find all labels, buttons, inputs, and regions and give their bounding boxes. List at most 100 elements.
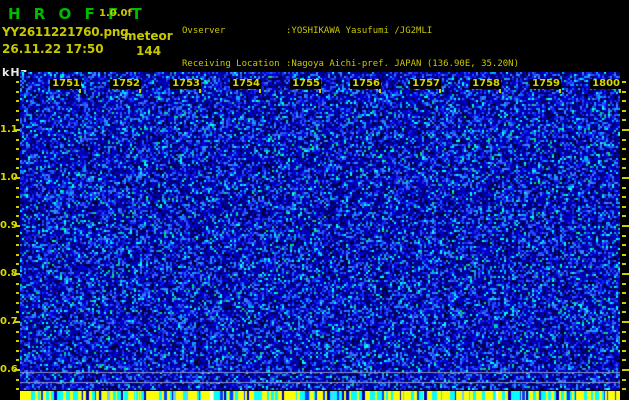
freq-major-tick-right — [622, 273, 629, 275]
freq-minor-tick-right — [622, 215, 626, 217]
freq-minor-tick-left — [16, 196, 19, 198]
app-version: 1.0.0f — [99, 8, 132, 19]
time-tick — [559, 89, 561, 93]
freq-minor-tick-left — [16, 350, 19, 352]
freq-minor-tick-left — [16, 187, 19, 189]
freq-label: 1.1 — [0, 124, 18, 135]
freq-minor-tick-right — [622, 119, 626, 121]
freq-minor-tick-left — [16, 359, 19, 361]
time-label: 1757 — [410, 79, 441, 89]
time-tick — [259, 89, 261, 93]
freq-minor-tick-left — [16, 340, 19, 342]
freq-minor-tick-right — [622, 254, 626, 256]
time-tick — [199, 89, 201, 93]
freq-minor-tick-left — [16, 158, 19, 160]
freq-major-tick-right — [622, 225, 629, 227]
freq-minor-tick-left — [16, 254, 19, 256]
freq-major-tick-right — [622, 369, 629, 371]
time-label: 1758 — [470, 79, 501, 89]
freq-label: 1.0 — [0, 172, 18, 183]
output-filename: YY2611221760.png — [2, 25, 129, 39]
observer-row: Ovserver:YOSHIKAWA Yasufumi /JG2MLI — [182, 26, 519, 37]
freq-minor-tick-left — [16, 311, 19, 313]
freq-minor-tick-left — [16, 244, 19, 246]
freq-minor-tick-right — [622, 340, 626, 342]
freq-minor-tick-left — [16, 379, 19, 381]
freq-minor-tick-right — [622, 302, 626, 304]
freq-minor-tick-left — [16, 81, 19, 83]
freq-minor-tick-right — [622, 206, 626, 208]
freq-minor-tick-left — [16, 292, 19, 294]
time-tick — [139, 89, 141, 93]
freq-minor-tick-left — [16, 167, 19, 169]
freq-minor-tick-right — [622, 158, 626, 160]
freq-minor-tick-left — [16, 148, 19, 150]
freq-minor-tick-left — [16, 139, 19, 141]
time-tick — [439, 89, 441, 93]
freq-minor-tick-left — [16, 388, 19, 390]
time-tick — [619, 89, 621, 93]
freq-minor-tick-right — [622, 196, 626, 198]
echo-count: 144 — [136, 44, 162, 58]
freq-minor-tick-right — [622, 235, 626, 237]
freq-minor-tick-left — [16, 215, 19, 217]
freq-label: 0.6 — [0, 364, 18, 375]
signal-level-strip — [20, 391, 620, 400]
observer-row-label: Ovserver — [182, 26, 226, 36]
time-tick — [379, 89, 381, 93]
freq-minor-tick-right — [622, 283, 626, 285]
freq-minor-tick-left — [16, 263, 19, 265]
datetime-label: 26.11.22 17:50 — [2, 42, 104, 56]
time-tick — [319, 89, 321, 93]
time-label: 1800 — [590, 79, 621, 89]
observer-row-value: Nagoya Aichi-pref. JAPAN (136.90E, 35.20… — [291, 59, 519, 69]
freq-minor-tick-right — [622, 91, 626, 93]
observer-row-label: Receiving Location — [182, 59, 280, 69]
freq-minor-tick-right — [622, 311, 626, 313]
time-label: 1759 — [530, 79, 561, 89]
freq-minor-tick-right — [622, 263, 626, 265]
freq-minor-tick-left — [16, 100, 19, 102]
hrofft-window: H R O F F T 1.0.0f YY2611221760.png mete… — [0, 0, 629, 400]
freq-minor-tick-left — [16, 206, 19, 208]
time-tick — [79, 89, 81, 93]
time-label: 1756 — [350, 79, 381, 89]
freq-minor-tick-right — [622, 331, 626, 333]
freq-minor-tick-left — [16, 302, 19, 304]
freq-minor-tick-left — [16, 91, 19, 93]
spectrogram-canvas — [20, 72, 620, 390]
time-label: 1753 — [170, 79, 201, 89]
mode-label: meteor — [124, 29, 173, 43]
time-label: 1755 — [290, 79, 321, 89]
freq-minor-tick-right — [622, 167, 626, 169]
freq-label: 0.9 — [0, 220, 18, 231]
freq-minor-tick-right — [622, 350, 626, 352]
observer-row: Receiving Location:Nagoya Aichi-pref. JA… — [182, 59, 519, 70]
freq-minor-tick-right — [622, 100, 626, 102]
freq-minor-tick-right — [622, 187, 626, 189]
freq-minor-tick-right — [622, 139, 626, 141]
freq-major-tick-right — [622, 321, 629, 323]
freq-minor-tick-left — [16, 235, 19, 237]
time-label: 1751 — [50, 79, 81, 89]
freq-minor-tick-right — [622, 292, 626, 294]
freq-minor-tick-left — [16, 119, 19, 121]
freq-major-tick-right — [622, 177, 629, 179]
freq-minor-tick-left — [16, 110, 19, 112]
freq-label: 0.8 — [0, 268, 18, 279]
freq-minor-tick-right — [622, 148, 626, 150]
observer-row-value: YOSHIKAWA Yasufumi /JG2MLI — [291, 26, 433, 36]
freq-minor-tick-left — [16, 331, 19, 333]
freq-minor-tick-right — [622, 359, 626, 361]
freq-major-tick-right — [622, 129, 629, 131]
time-tick — [499, 89, 501, 93]
time-label: 1752 — [110, 79, 141, 89]
freq-minor-tick-left — [16, 283, 19, 285]
freq-minor-tick-right — [622, 81, 626, 83]
freq-minor-tick-right — [622, 244, 626, 246]
freq-minor-tick-right — [622, 110, 626, 112]
freq-label: 0.7 — [0, 316, 18, 327]
freq-minor-tick-right — [622, 379, 626, 381]
freq-minor-tick-right — [622, 388, 626, 390]
time-label: 1754 — [230, 79, 261, 89]
